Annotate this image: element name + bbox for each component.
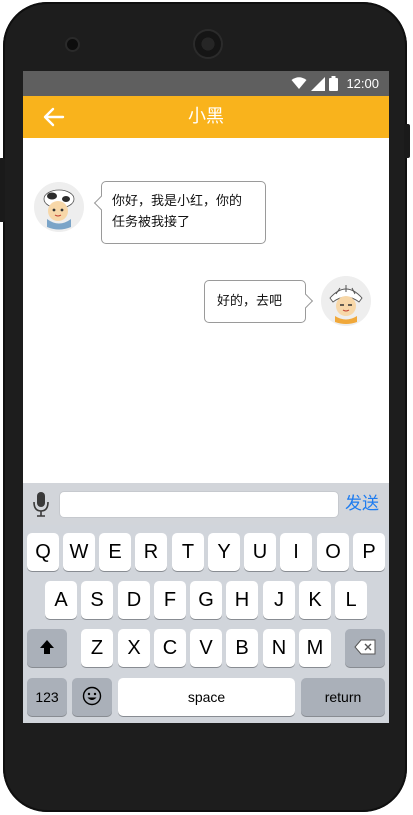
emoji-key[interactable] <box>72 678 112 716</box>
return-key[interactable]: return <box>301 678 385 716</box>
emoji-icon <box>82 687 102 706</box>
send-button[interactable]: 发送 <box>345 491 385 518</box>
avatar-self[interactable] <box>321 276 371 326</box>
numbers-key[interactable]: 123 <box>27 678 67 716</box>
message-line: 任务被我接了 <box>112 215 191 230</box>
key-p[interactable]: P <box>353 533 385 571</box>
shift-key[interactable] <box>27 629 67 667</box>
key-n[interactable]: N <box>263 629 295 667</box>
key-s[interactable]: S <box>81 581 113 619</box>
app-bar: 小黑 <box>23 96 389 138</box>
message-input-bar: 发送 <box>23 483 389 525</box>
arrow-left-icon[interactable] <box>42 106 66 128</box>
power-button <box>404 124 410 158</box>
key-a[interactable]: A <box>45 581 77 619</box>
cell-signal-icon <box>311 76 326 91</box>
message-bubble-right: 好的，去吧 <box>204 280 314 323</box>
key-y[interactable]: Y <box>208 533 240 571</box>
key-t[interactable]: T <box>172 533 204 571</box>
delete-key[interactable] <box>345 629 385 667</box>
key-w[interactable]: W <box>63 533 95 571</box>
key-q[interactable]: Q <box>27 533 59 571</box>
key-m[interactable]: M <box>299 629 331 667</box>
key-d[interactable]: D <box>118 581 150 619</box>
battery-icon <box>329 76 339 91</box>
key-c[interactable]: C <box>154 629 186 667</box>
avatar-contact[interactable] <box>34 182 84 232</box>
microphone-icon[interactable] <box>32 491 50 517</box>
message-input[interactable] <box>59 491 339 518</box>
key-u[interactable]: U <box>244 533 276 571</box>
key-e[interactable]: E <box>99 533 131 571</box>
backspace-icon <box>354 639 376 655</box>
key-v[interactable]: V <box>190 629 222 667</box>
chat-title: 小黑 <box>188 106 224 127</box>
wifi-icon <box>291 77 307 89</box>
keyboard: Q W E R T Y U I O P A S D F G H J K L Z … <box>23 525 389 723</box>
key-o[interactable]: O <box>317 533 349 571</box>
key-i[interactable]: I <box>280 533 312 571</box>
status-bar: 12:00 <box>23 71 389 96</box>
cow-avatar-icon <box>34 182 84 232</box>
shift-arrow-icon <box>40 640 54 655</box>
boy-avatar-icon <box>321 276 371 326</box>
front-camera <box>67 39 78 50</box>
earpiece-speaker <box>195 31 221 57</box>
key-x[interactable]: X <box>118 629 150 667</box>
key-k[interactable]: K <box>299 581 331 619</box>
key-h[interactable]: H <box>226 581 258 619</box>
key-g[interactable]: G <box>190 581 222 619</box>
status-time: 12:00 <box>346 76 379 91</box>
phone-screen: 12:00 小黑 你好，我是小红，你的 任务被我接了 好的，去吧 发送 Q W … <box>23 71 389 723</box>
key-r[interactable]: R <box>135 533 167 571</box>
key-b[interactable]: B <box>226 629 258 667</box>
key-f[interactable]: F <box>154 581 186 619</box>
key-l[interactable]: L <box>335 581 367 619</box>
volume-button <box>0 158 5 222</box>
message-line: 好的，去吧 <box>217 294 283 309</box>
message-bubble-left: 你好，我是小红，你的 任务被我接了 <box>93 181 266 244</box>
space-key[interactable]: space <box>118 678 295 716</box>
message-line: 你好，我是小红，你的 <box>112 194 243 209</box>
key-j[interactable]: J <box>263 581 295 619</box>
key-z[interactable]: Z <box>81 629 113 667</box>
